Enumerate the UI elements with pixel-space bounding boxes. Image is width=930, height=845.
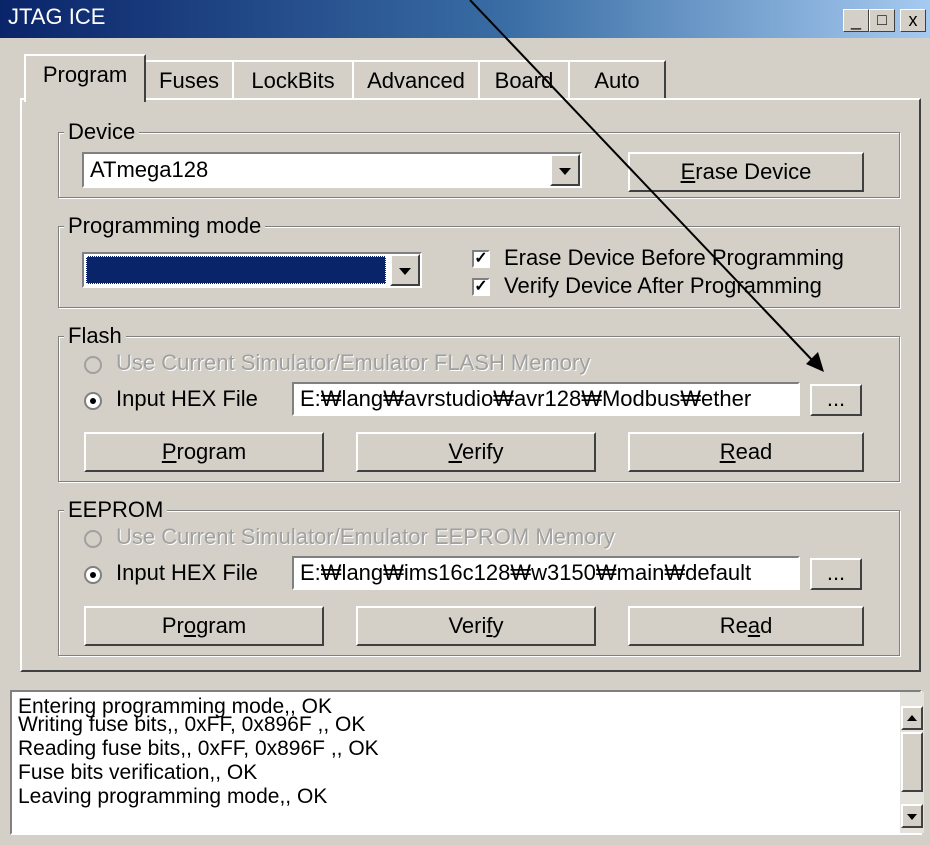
flash-group-label: Flash: [64, 324, 126, 348]
ellipsis-icon: ...: [826, 386, 846, 411]
device-dropdown-button[interactable]: [550, 154, 580, 186]
eeprom-use-current-radio[interactable]: [84, 530, 102, 548]
log-scrollbar[interactable]: [900, 692, 924, 833]
window-title: JTAG ICE: [8, 4, 106, 29]
log-output[interactable]: Entering programming mode,, OK Writing f…: [10, 690, 924, 835]
log-line: Leaving programming mode,, OK: [18, 785, 328, 808]
programming-mode-select[interactable]: [82, 252, 422, 288]
eeprom-hex-path: E:₩lang₩ims16c128₩w3150₩main₩default: [300, 560, 752, 585]
scroll-thumb[interactable]: [901, 732, 923, 792]
minimize-button[interactable]: _: [843, 9, 869, 32]
program-tab-page: Device ATmega128 Erase Device Programmin…: [20, 98, 921, 672]
eeprom-browse-button[interactable]: ...: [810, 558, 862, 590]
tab-program[interactable]: Program: [24, 54, 146, 102]
erase-before-checkbox[interactable]: ✓: [472, 250, 490, 268]
scroll-down-button[interactable]: [901, 804, 923, 828]
scroll-up-button[interactable]: [901, 706, 923, 730]
flash-use-current-radio[interactable]: [84, 356, 102, 374]
tab-board[interactable]: Board: [478, 60, 570, 100]
log-line: Writing fuse bits,, 0xFF, 0x896F ,, OK: [18, 713, 366, 736]
btn-label-post: rogram: [176, 439, 247, 464]
device-select[interactable]: ATmega128: [82, 152, 582, 188]
check-icon: ✓: [474, 250, 488, 267]
programming-mode-label: Programming mode: [64, 214, 266, 238]
tab-advanced[interactable]: Advanced: [352, 60, 480, 100]
tab-label: Board: [494, 68, 554, 93]
eeprom-use-current-label: Use Current Simulator/Emulator EEPROM Me…: [116, 524, 615, 549]
close-button[interactable]: x: [900, 9, 926, 32]
btn-label-pre: Veri: [448, 613, 487, 638]
device-value: ATmega128: [90, 157, 209, 182]
erase-label-post: rase Device: [695, 159, 812, 184]
eeprom-read-button[interactable]: Read: [628, 606, 864, 646]
btn-label-pre: Pr: [161, 613, 184, 638]
flash-hex-path-input[interactable]: E:₩lang₩avrstudio₩avr128₩Modbus₩ether: [292, 382, 800, 416]
tab-label: LockBits: [251, 68, 335, 93]
btn-label-key: P: [161, 439, 177, 464]
close-icon: x: [908, 10, 918, 30]
verify-after-label: Verify Device After Programming: [504, 273, 822, 298]
log-line: Reading fuse bits,, 0xFF, 0x896F ,, OK: [18, 737, 379, 760]
tab-label: Program: [42, 62, 128, 87]
btn-label-key: V: [448, 439, 462, 464]
device-group-label: Device: [64, 120, 140, 144]
flash-use-current-label: Use Current Simulator/Emulator FLASH Mem…: [116, 350, 591, 375]
btn-label-pre: Re: [719, 613, 748, 638]
eeprom-program-button[interactable]: Program: [84, 606, 324, 646]
flash-verify-button[interactable]: Verify: [356, 432, 596, 472]
eeprom-input-hex-label: Input HEX File: [116, 560, 258, 585]
minimize-icon: _: [850, 10, 861, 30]
btn-label-post: erify: [461, 439, 504, 464]
flash-read-button[interactable]: Read: [628, 432, 864, 472]
maximize-button[interactable]: □: [869, 9, 895, 32]
eeprom-input-hex-radio[interactable]: [84, 566, 102, 584]
eeprom-group-label: EEPROM: [64, 498, 168, 522]
jtag-ice-window: JTAG ICE _ □ x Program Fuses LockBits Ad…: [0, 0, 930, 845]
erase-label-key: E: [680, 159, 696, 184]
title-bar[interactable]: JTAG ICE _ □ x: [0, 0, 930, 38]
chevron-down-icon: [399, 268, 411, 275]
btn-label-post: ead: [735, 439, 773, 464]
flash-browse-button[interactable]: ...: [810, 384, 862, 416]
arrow-up-icon: [907, 715, 917, 721]
check-icon: ✓: [474, 278, 488, 295]
eeprom-hex-path-input[interactable]: E:₩lang₩ims16c128₩w3150₩main₩default: [292, 556, 800, 590]
btn-label-post: d: [760, 613, 773, 638]
verify-after-checkbox[interactable]: ✓: [472, 278, 490, 296]
flash-input-hex-radio[interactable]: [84, 392, 102, 410]
flash-program-button[interactable]: Program: [84, 432, 324, 472]
tab-label: Advanced: [367, 68, 465, 93]
ellipsis-icon: ...: [826, 560, 846, 585]
log-line: Fuse bits verification,, OK: [18, 761, 258, 784]
tab-label: Fuses: [159, 68, 219, 93]
btn-label-post: gram: [196, 613, 247, 638]
eeprom-verify-button[interactable]: Verify: [356, 606, 596, 646]
maximize-icon: □: [877, 12, 887, 29]
flash-input-hex-label: Input HEX File: [116, 386, 258, 411]
chevron-down-icon: [559, 168, 571, 175]
erase-device-button[interactable]: Erase Device: [628, 152, 864, 192]
btn-label-key: a: [747, 613, 761, 638]
btn-label-key: R: [719, 439, 736, 464]
tab-fuses[interactable]: Fuses: [144, 60, 234, 100]
tab-label: Auto: [594, 68, 640, 93]
mode-dropdown-button[interactable]: [390, 254, 420, 286]
selected-mode-highlight: [86, 256, 386, 284]
tab-auto[interactable]: Auto: [568, 60, 666, 100]
arrow-down-icon: [907, 814, 917, 820]
erase-before-label: Erase Device Before Programming: [504, 245, 844, 270]
btn-label-post: y: [492, 613, 504, 638]
flash-hex-path: E:₩lang₩avrstudio₩avr128₩Modbus₩ether: [300, 386, 752, 411]
tab-lockbits[interactable]: LockBits: [232, 60, 354, 100]
btn-label-key: o: [183, 613, 197, 638]
